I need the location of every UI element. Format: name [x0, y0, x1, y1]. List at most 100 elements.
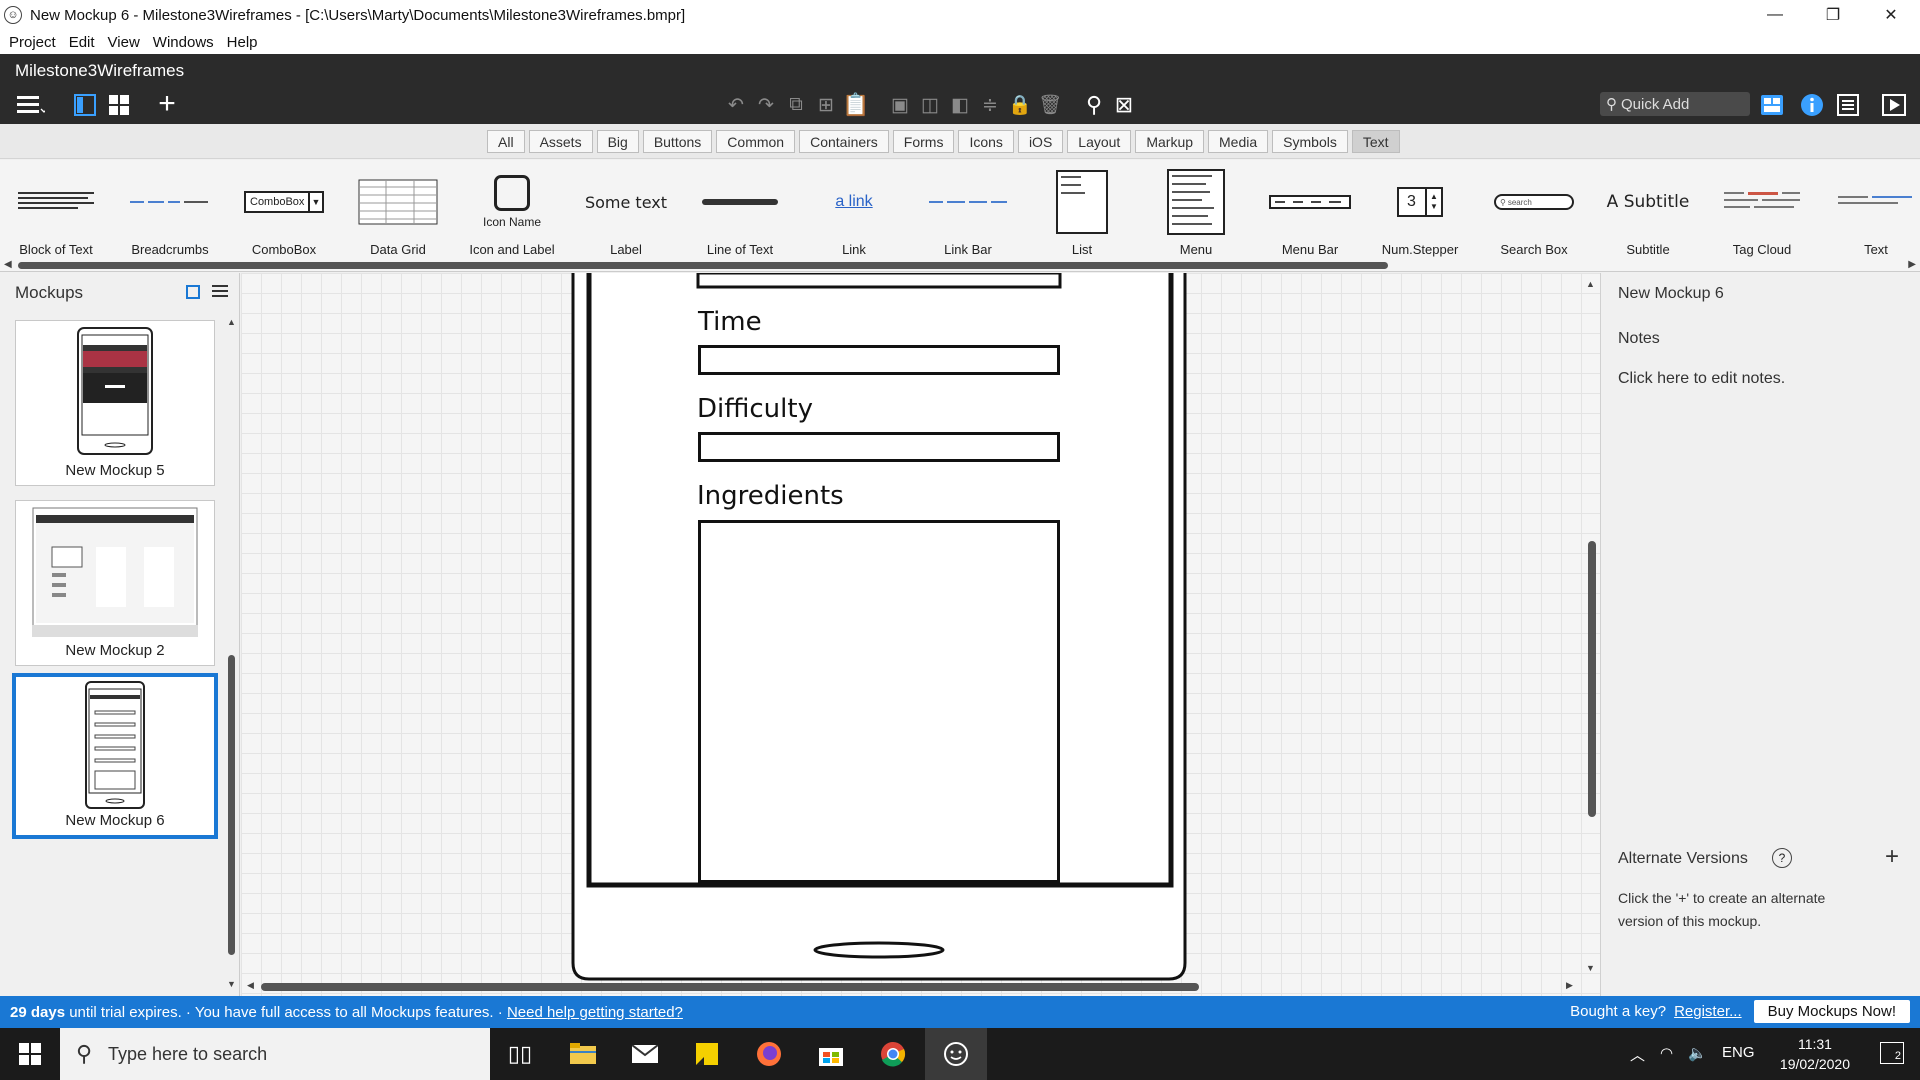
- canvas-horizontal-scrollbar[interactable]: [261, 983, 1199, 991]
- mockups-scroll-up-icon[interactable]: ▲: [227, 317, 236, 327]
- lib-block-of-text[interactable]: Block of Text: [0, 160, 112, 260]
- cut-icon[interactable]: ⊞: [814, 90, 838, 120]
- lib-menu-bar[interactable]: Menu Bar: [1254, 160, 1366, 260]
- canvas-scroll-down-icon[interactable]: ▼: [1586, 963, 1595, 973]
- redo-icon[interactable]: ↷: [754, 90, 778, 120]
- lib-link[interactable]: a link Link: [798, 160, 910, 260]
- filter-ios[interactable]: iOS: [1017, 130, 1064, 153]
- presentation-icon[interactable]: [1880, 90, 1908, 120]
- lib-text[interactable]: Text: [1820, 160, 1920, 260]
- library-scroll-left-icon[interactable]: ◀: [4, 259, 12, 270]
- lock-icon[interactable]: 🔒: [1008, 90, 1032, 120]
- single-view-toggle-icon[interactable]: [186, 285, 200, 299]
- lib-subtitle[interactable]: A Subtitle Subtitle: [1592, 160, 1704, 260]
- grid-view-icon[interactable]: [106, 90, 132, 120]
- canvas-scroll-up-icon[interactable]: ▲: [1586, 279, 1595, 289]
- undo-icon[interactable]: ↶: [724, 90, 748, 120]
- properties-icon[interactable]: [1834, 90, 1862, 120]
- chrome-icon[interactable]: [863, 1028, 923, 1080]
- menu-edit[interactable]: Edit: [69, 34, 95, 51]
- filter-big[interactable]: Big: [596, 130, 639, 153]
- system-clock[interactable]: 11:31 19/02/2020: [1780, 1034, 1850, 1074]
- sticky-notes-icon[interactable]: [677, 1028, 737, 1080]
- firefox-icon[interactable]: [739, 1028, 799, 1080]
- add-mockup-icon[interactable]: +: [152, 87, 182, 120]
- hamburger-menu-icon[interactable]: [14, 90, 48, 120]
- search-icon[interactable]: ⚲: [1082, 90, 1106, 120]
- wifi-icon[interactable]: ◠: [1660, 1044, 1673, 1062]
- filter-text[interactable]: Text: [1351, 130, 1400, 153]
- bring-front-icon[interactable]: ◧: [948, 90, 972, 120]
- taskbar-search-box[interactable]: ⚲ Type here to search: [60, 1028, 490, 1080]
- filter-icons[interactable]: Icons: [958, 130, 1014, 153]
- restore-button[interactable]: ❐: [1804, 0, 1862, 30]
- mockups-scroll-down-icon[interactable]: ▼: [227, 979, 236, 989]
- register-link[interactable]: Register...: [1674, 1003, 1742, 1020]
- lib-tag-cloud[interactable]: Tag Cloud: [1706, 160, 1818, 260]
- lib-search-box[interactable]: ⚲ search Search Box: [1478, 160, 1590, 260]
- minimize-button[interactable]: —: [1746, 0, 1804, 30]
- help-icon[interactable]: ?: [1772, 848, 1792, 868]
- ungroup-icon[interactable]: ◫: [918, 90, 942, 120]
- canvas-scroll-right-icon[interactable]: ▶: [1566, 980, 1573, 991]
- filter-markup[interactable]: Markup: [1135, 130, 1205, 153]
- language-indicator[interactable]: ENG: [1722, 1044, 1755, 1061]
- list-view-menu-icon[interactable]: [212, 283, 228, 304]
- lib-combobox[interactable]: ComboBox ▼ ComboBox: [228, 160, 340, 260]
- mockup-name-field[interactable]: New Mockup 6: [1618, 285, 1724, 303]
- difficulty-input[interactable]: [698, 432, 1060, 462]
- lib-num-stepper[interactable]: 3 ▲ ▼ Num.Stepper: [1364, 160, 1476, 260]
- group-icon[interactable]: ▣: [888, 90, 912, 120]
- lib-link-bar[interactable]: Link Bar: [912, 160, 1024, 260]
- library-scroll-right-icon[interactable]: ▶: [1908, 259, 1916, 270]
- mockup-card-5[interactable]: New Mockup 5: [15, 320, 215, 486]
- filter-assets[interactable]: Assets: [528, 130, 593, 153]
- copy-icon[interactable]: ⧉: [784, 90, 808, 120]
- single-view-icon[interactable]: [72, 90, 98, 120]
- canvas-scroll-left-icon[interactable]: ◀: [247, 980, 254, 991]
- lib-line-of-text[interactable]: Line of Text: [684, 160, 796, 260]
- notifications-icon[interactable]: 2: [1880, 1042, 1904, 1064]
- align-icon[interactable]: ≑: [978, 90, 1002, 120]
- filter-buttons[interactable]: Buttons: [642, 130, 713, 153]
- close-button[interactable]: ✕: [1862, 0, 1920, 30]
- filter-common[interactable]: Common: [716, 130, 796, 153]
- quick-add-input[interactable]: ⚲ Quick Add: [1600, 92, 1750, 116]
- ingredients-textarea[interactable]: [698, 520, 1060, 883]
- help-link[interactable]: Need help getting started?: [507, 1004, 683, 1021]
- mail-icon[interactable]: [615, 1028, 675, 1080]
- time-input[interactable]: [698, 345, 1060, 375]
- buy-button[interactable]: Buy Mockups Now!: [1753, 1000, 1910, 1023]
- mockup-card-6[interactable]: New Mockup 6: [12, 673, 218, 839]
- filter-symbols[interactable]: Symbols: [1272, 130, 1348, 153]
- task-view-icon[interactable]: ▯▯: [490, 1028, 550, 1080]
- store-icon[interactable]: [801, 1028, 861, 1080]
- library-horizontal-scrollbar[interactable]: [18, 262, 1388, 269]
- lib-icon-and-label[interactable]: Icon Name Icon and Label: [456, 160, 568, 260]
- file-explorer-icon[interactable]: [553, 1028, 613, 1080]
- menu-view[interactable]: View: [108, 34, 140, 51]
- add-alternate-icon[interactable]: +: [1885, 843, 1899, 871]
- windows-start-icon[interactable]: [0, 1028, 60, 1080]
- canvas-vertical-scrollbar[interactable]: [1588, 541, 1596, 817]
- lib-menu[interactable]: Menu: [1140, 160, 1252, 260]
- volume-icon[interactable]: 🔈: [1688, 1044, 1707, 1062]
- mockup-card-2[interactable]: New Mockup 2: [15, 500, 215, 666]
- balsamiq-taskbar-icon[interactable]: [925, 1028, 987, 1080]
- lib-data-grid[interactable]: Data Grid: [342, 160, 454, 260]
- menu-project[interactable]: Project: [9, 34, 56, 51]
- notes-edit-area[interactable]: Click here to edit notes.: [1618, 370, 1785, 388]
- lib-list[interactable]: List: [1026, 160, 1138, 260]
- filter-forms[interactable]: Forms: [892, 130, 955, 153]
- info-icon[interactable]: [1798, 90, 1826, 120]
- mockup-canvas[interactable]: Time Difficulty Ingredients ▲ ▼ ◀ ▶: [241, 273, 1601, 996]
- mockups-vertical-scrollbar[interactable]: [228, 655, 235, 955]
- library-icon[interactable]: [1758, 90, 1786, 120]
- menu-help[interactable]: Help: [227, 34, 258, 51]
- lib-breadcrumbs[interactable]: Breadcrumbs: [114, 160, 226, 260]
- menu-windows[interactable]: Windows: [153, 34, 214, 51]
- paste-icon[interactable]: 📋: [842, 90, 869, 120]
- delete-icon[interactable]: 🗑: [1038, 90, 1062, 120]
- lib-label[interactable]: Some text Label: [570, 160, 682, 260]
- filter-media[interactable]: Media: [1208, 130, 1269, 153]
